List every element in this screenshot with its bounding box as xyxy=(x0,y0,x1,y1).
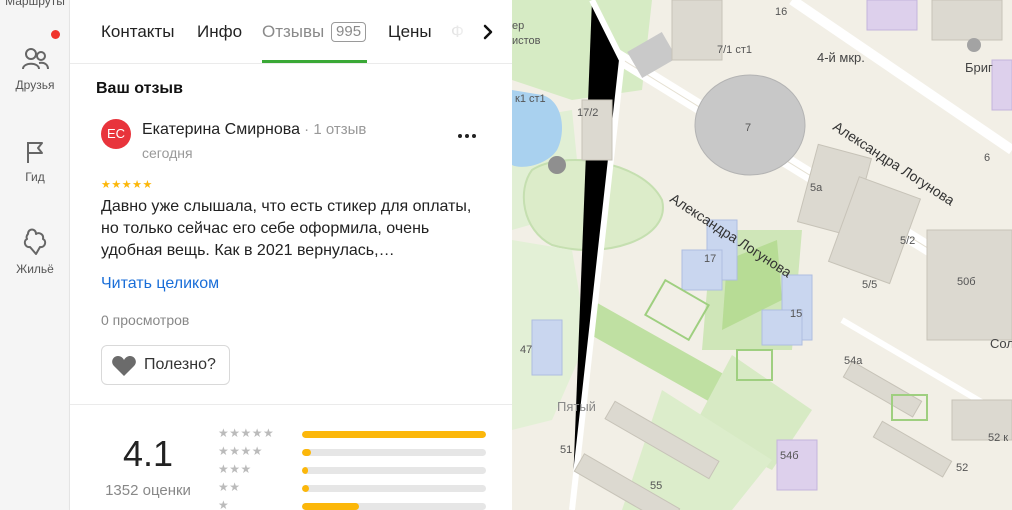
author-review-count: · 1 отзыв xyxy=(299,121,367,138)
rail-friends-label: Друзья xyxy=(15,78,55,92)
your-review-heading: Ваш отзыв xyxy=(96,80,183,97)
rating-row-bar xyxy=(302,503,486,510)
map-label-brig: Бриг xyxy=(965,60,993,75)
map-label-4mkr: 4-й мкр. xyxy=(817,50,865,65)
map-label-55b: 55 xyxy=(650,480,663,492)
rating-row-stars: ★★ xyxy=(218,480,241,494)
review-author[interactable]: Екатерина Смирнова · 1 отзыв xyxy=(142,121,366,139)
rating-row-stars: ★ xyxy=(218,498,230,510)
tab-prices[interactable]: Цены xyxy=(388,22,432,42)
chevron-right-icon xyxy=(483,24,493,40)
rail-guide[interactable]: Гид xyxy=(0,138,70,184)
notification-dot xyxy=(51,30,60,39)
review-date: сегодня xyxy=(142,145,193,161)
read-more-link[interactable]: Читать целиком xyxy=(101,275,219,293)
map-label-pyatiy: Пятый xyxy=(557,399,596,414)
map-view[interactable]: 16 4-й мкр. Бриг 7/1 ст1 7 Александра Ло… xyxy=(512,0,1012,510)
map-label-17: 17 xyxy=(704,253,717,265)
rating-row-stars: ★★★ xyxy=(218,462,252,476)
map-label-71: 7/1 ст1 xyxy=(717,44,753,56)
tabs-scroll-right-button[interactable] xyxy=(476,20,500,44)
rating-row-fill xyxy=(302,467,308,474)
map-label-istov: истов xyxy=(512,35,541,47)
rail-routes-label: Маршруты xyxy=(5,0,65,8)
housing-icon xyxy=(23,228,47,255)
map-label-16: 16 xyxy=(775,6,788,18)
average-rating: 4.1 xyxy=(122,433,174,474)
ratings-count: 1352 оценки xyxy=(105,482,191,499)
tab-reviews-label: Отзывы xyxy=(262,22,325,41)
rail-guide-label: Гид xyxy=(25,170,45,184)
rating-row-fill xyxy=(302,485,309,492)
tab-info[interactable]: Инфо xyxy=(197,22,242,42)
more-options-button[interactable] xyxy=(453,127,481,145)
reviews-panel: Контакты Инфо Отзывы 995 Цены Ф Ваш отзы… xyxy=(70,0,512,510)
map-label-52k: 52 к xyxy=(988,432,1009,444)
map-label-k1: к1 ст1 xyxy=(515,93,546,105)
flag-icon xyxy=(27,142,43,163)
map-label-er: ер xyxy=(512,20,525,32)
map-label-5a: 5а xyxy=(810,182,823,194)
map-label-6: 6 xyxy=(984,152,991,164)
tab-fade xyxy=(442,16,476,50)
rating-row-stars: ★★★★ xyxy=(218,444,264,458)
map-label-15: 15 xyxy=(790,308,803,320)
active-tab-indicator xyxy=(262,60,367,63)
more-dots-icon xyxy=(458,134,476,138)
avatar[interactable]: ЕС xyxy=(101,119,131,149)
map-label-7: 7 xyxy=(745,122,752,134)
rail-housing-label: Жильё xyxy=(16,262,54,276)
tab-bar: Контакты Инфо Отзывы 995 Цены Ф xyxy=(70,0,512,64)
rating-row-bar xyxy=(302,467,486,474)
useful-label: Полезно? xyxy=(144,356,216,373)
tab-contacts[interactable]: Контакты xyxy=(101,22,174,42)
friends-icon xyxy=(22,48,49,70)
map-label-172: 17/2 xyxy=(577,107,599,119)
rating-row-bar xyxy=(302,449,486,456)
rating-row-bar xyxy=(302,485,486,492)
rail-routes[interactable]: Маршруты xyxy=(0,0,70,8)
rating-row-fill xyxy=(302,449,311,456)
rail-housing[interactable]: Жильё xyxy=(0,226,70,276)
views-count: 0 просмотров xyxy=(101,312,190,328)
map-label-54a: 54а xyxy=(844,355,863,367)
tab-reviews[interactable]: Отзывы 995 xyxy=(262,22,367,42)
map-label-54b: 54б xyxy=(780,450,799,462)
left-rail: Маршруты Друзья Гид Жильё xyxy=(0,0,70,510)
useful-button[interactable]: Полезно? xyxy=(101,345,230,385)
author-name[interactable]: Екатерина Смирнова xyxy=(142,121,300,138)
rail-friends[interactable]: Друзья xyxy=(0,44,70,92)
rating-row-fill xyxy=(302,503,359,510)
map-label-50b: 50б xyxy=(957,276,976,288)
map-label-47: 47 xyxy=(520,344,533,356)
map-label-52: 5/2 xyxy=(900,235,916,247)
heart-icon xyxy=(112,356,136,376)
reviews-count-badge: 995 xyxy=(331,22,367,42)
review-text: Давно уже слышала, что есть стикер для о… xyxy=(101,198,472,259)
map-label-51: 51 xyxy=(560,444,573,456)
divider xyxy=(70,404,512,405)
map-label-sol: Сол xyxy=(990,336,1012,351)
rating-row-fill xyxy=(302,431,486,438)
review-stars: ★★★★★ xyxy=(101,179,153,191)
rating-row-bar xyxy=(302,431,486,438)
rating-row-stars: ★★★★★ xyxy=(218,426,275,440)
map-label-52b: 52 xyxy=(956,462,969,474)
map-label-55: 5/5 xyxy=(862,279,878,291)
